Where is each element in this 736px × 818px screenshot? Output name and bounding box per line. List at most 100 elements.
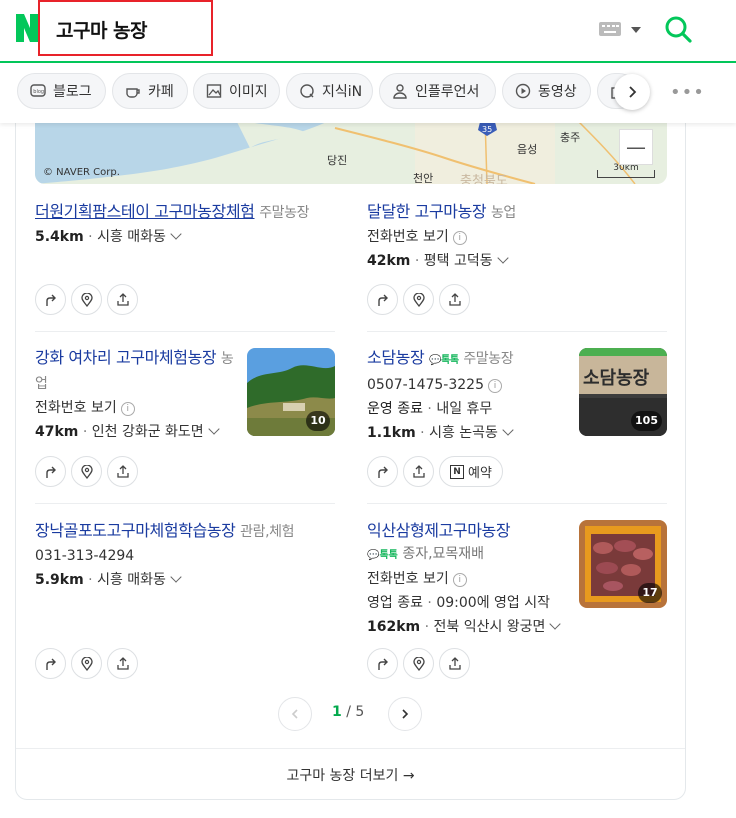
location-button[interactable] [403, 284, 434, 315]
place-result: 강화 여차리 고구마체험농장 농업 전화번호 보기 i 47km · 인천 강화군… [35, 346, 240, 444]
phone-reveal-link[interactable]: 전화번호 보기 [367, 229, 449, 245]
place-photo[interactable]: 소담농장 105 [579, 348, 667, 436]
location-button[interactable] [71, 284, 102, 315]
map-city: 천안 [413, 172, 434, 184]
info-icon[interactable]: i [452, 231, 467, 245]
place-distance-row[interactable]: 162km · 전북 익산시 왕궁면 [367, 615, 577, 639]
directions-button[interactable] [35, 284, 66, 315]
place-photo[interactable]: 17 [579, 520, 667, 608]
tab-kin[interactable]: 지식iN [286, 73, 373, 109]
directions-button[interactable] [35, 456, 66, 487]
chevron-right-icon [629, 86, 637, 98]
place-distance: 5.9km [35, 572, 84, 588]
info-icon[interactable]: i [120, 402, 135, 416]
place-result: 장낙골포도고구마체험학습농장 관람,체험 031-313-4294 5.9km … [35, 519, 340, 592]
place-category: 종자,묘목재배 [402, 546, 485, 562]
place-location: 시흥 매화동 [97, 229, 166, 245]
svg-text:blog: blog [33, 89, 44, 95]
share-icon [448, 656, 461, 670]
share-button[interactable] [439, 284, 470, 315]
tab-video[interactable]: 동영상 [502, 73, 591, 109]
place-name-link[interactable]: 더원기획팜스테이 고구마농장체험 [35, 202, 255, 221]
more-results-link[interactable]: 고구마 농장 더보기 → [16, 748, 685, 801]
directions-icon [377, 466, 388, 478]
share-button[interactable] [107, 648, 138, 679]
person-icon [393, 84, 407, 99]
place-distance: 1.1km [367, 425, 416, 441]
keyboard-icon[interactable] [599, 22, 621, 36]
share-button[interactable] [439, 648, 470, 679]
place-distance-row[interactable]: 5.4km · 시흥 매화동 [35, 225, 335, 249]
image-icon [206, 84, 222, 98]
share-button[interactable] [107, 284, 138, 315]
chevron-down-icon[interactable] [631, 27, 641, 33]
share-button[interactable] [107, 456, 138, 487]
tab-blog[interactable]: blog 블로그 [17, 73, 106, 109]
share-icon [116, 464, 129, 478]
place-phone[interactable]: 031-313-4294 [35, 548, 134, 564]
place-name-link[interactable]: 달달한 고구마농장 [367, 202, 487, 221]
location-button[interactable] [71, 456, 102, 487]
place-phone[interactable]: 0507-1475-3225 [367, 377, 484, 393]
share-button[interactable] [403, 456, 434, 487]
location-button[interactable] [71, 648, 102, 679]
chevron-down-icon [170, 571, 182, 583]
zoom-out-button[interactable]: — [619, 129, 653, 165]
place-distance: 47km [35, 424, 79, 440]
place-photo[interactable]: 10 [247, 348, 335, 436]
tab-image[interactable]: 이미지 [193, 73, 280, 109]
directions-button[interactable] [367, 456, 398, 487]
reserve-button[interactable]: N 예약 [439, 456, 503, 487]
directions-button[interactable] [367, 284, 398, 315]
blog-icon: blog [30, 84, 46, 97]
kin-icon [300, 84, 314, 98]
map-city: 당진 [327, 154, 348, 167]
tabs-next-button[interactable] [614, 74, 650, 110]
divider [367, 331, 667, 332]
talktalk-badge[interactable]: 💬톡톡 [367, 545, 398, 567]
location-pin-icon [412, 656, 425, 671]
place-distance-row[interactable]: 1.1km · 시흥 논곡동 [367, 421, 577, 445]
directions-icon [45, 466, 56, 478]
place-name-link[interactable]: 강화 여차리 고구마체험농장 [35, 348, 217, 367]
directions-icon [377, 294, 388, 306]
directions-button[interactable] [35, 648, 66, 679]
map-region: 충청북도 [460, 174, 508, 184]
tab-influencer[interactable]: 인플루언서 [379, 73, 496, 109]
tab-cafe[interactable]: 카페 [112, 73, 188, 109]
map-scale: 30km [597, 164, 655, 178]
business-hours-detail: 내일 휴무 [436, 401, 493, 417]
prev-page-button[interactable] [278, 697, 312, 731]
chevron-down-icon [170, 228, 182, 240]
phone-reveal-link[interactable]: 전화번호 보기 [367, 571, 449, 587]
place-distance-row[interactable]: 42km · 평택 고덕동 [367, 249, 667, 273]
search-input[interactable]: 고구마 농장 [56, 16, 148, 43]
info-icon[interactable]: i [488, 379, 502, 393]
chevron-down-icon [208, 423, 220, 435]
location-pin-icon [80, 292, 93, 307]
place-result: 더원기획팜스테이 고구마농장체험 주말농장 5.4km · 시흥 매화동 [35, 200, 335, 249]
place-distance-row[interactable]: 5.9km · 시흥 매화동 [35, 568, 340, 592]
next-page-button[interactable] [388, 697, 422, 731]
place-name-link[interactable]: 소담농장 [367, 348, 425, 367]
search-icon[interactable] [663, 14, 693, 44]
tab-label: 지식iN [322, 84, 363, 100]
more-options-icon[interactable]: ••• [670, 82, 705, 103]
place-location: 시흥 논곡동 [429, 425, 498, 441]
place-name-link[interactable]: 장낙골포도고구마체험학습농장 [35, 521, 236, 540]
place-category: 주말농장 [463, 351, 514, 367]
place-distance-row[interactable]: 47km · 인천 강화군 화도면 [35, 420, 240, 444]
place-name-link[interactable]: 익산삼형제고구마농장 [367, 521, 511, 540]
naver-logo[interactable] [16, 14, 38, 42]
place-distance: 5.4km [35, 229, 84, 245]
directions-button[interactable] [367, 648, 398, 679]
chevron-down-icon [496, 252, 509, 264]
photo-count-badge: 17 [638, 583, 662, 603]
info-icon[interactable]: i [452, 573, 467, 587]
talktalk-badge[interactable]: 💬톡톡 [429, 349, 459, 373]
location-button[interactable] [403, 648, 434, 679]
share-icon [116, 656, 129, 670]
location-pin-icon [80, 464, 93, 479]
results-map[interactable]: 35 당진 천안 음성 충주 충청북도 © NAVER Corp. 30km [35, 118, 667, 184]
phone-reveal-link[interactable]: 전화번호 보기 [35, 400, 117, 416]
